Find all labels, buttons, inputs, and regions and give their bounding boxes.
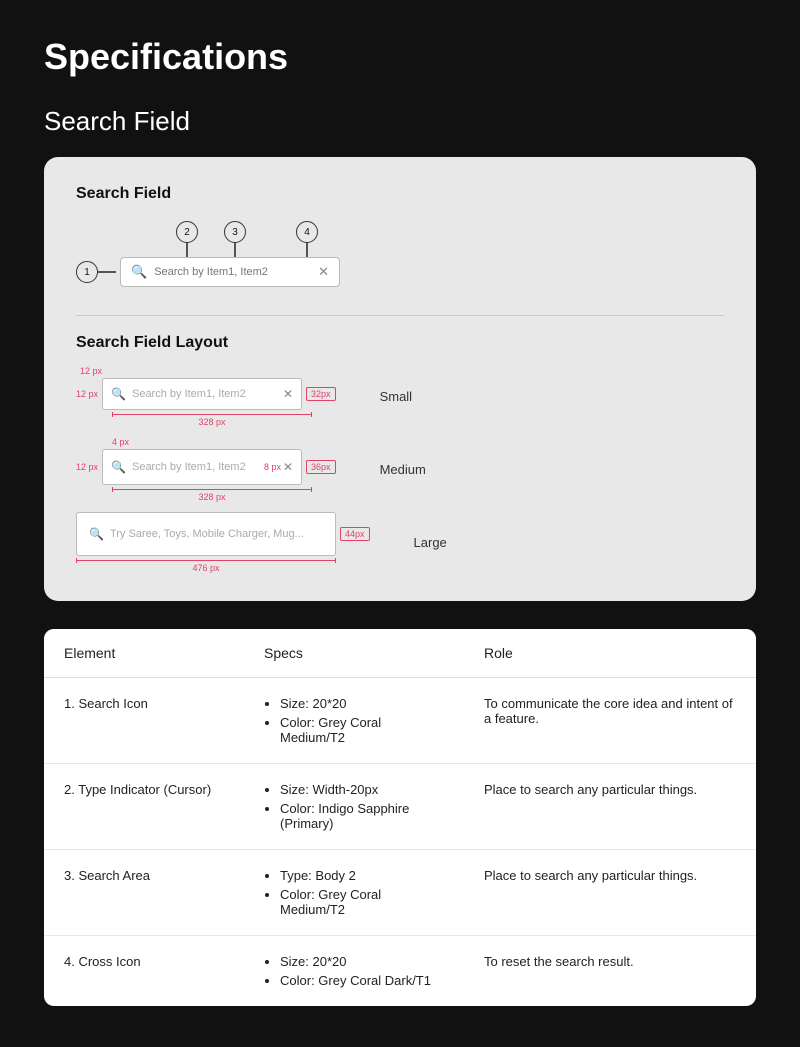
anatomy-search-field: 🔍 ✕ — [120, 257, 340, 287]
spec-item: Size: Width-20px — [280, 782, 444, 797]
spec-item: Type: Body 2 — [280, 868, 444, 883]
small-height-badge: 32px — [306, 387, 336, 401]
medium-search-icon: 🔍 — [111, 460, 126, 474]
anatomy-area: Search Field 2 3 4 1 — [76, 185, 724, 287]
spec-item: Color: Indigo Sapphire (Primary) — [280, 801, 444, 831]
small-left-padding: 12 px — [76, 389, 98, 399]
diagram-section-title: Search Field — [76, 185, 724, 203]
table-cell-element: 1. Search Icon — [44, 678, 244, 764]
table-cell-specs: Type: Body 2 Color: Grey Coral Medium/T2 — [244, 850, 464, 936]
medium-top-padding: 4 px — [76, 437, 129, 447]
table-row: 2. Type Indicator (Cursor)Size: Width-20… — [44, 764, 756, 850]
anatomy-search-input — [154, 266, 318, 278]
callout-3-bubble: 3 — [224, 221, 246, 243]
medium-size-label: Medium — [380, 462, 426, 477]
callout-1-bubble: 1 — [76, 261, 98, 283]
medium-width-label: 328 px — [198, 492, 225, 502]
table-row: 1. Search Icon Size: 20*20 Color: Grey Cor… — [44, 678, 756, 764]
table-cell-role: To communicate the core idea and intent … — [464, 678, 756, 764]
header-role: Role — [464, 629, 756, 678]
table-row: 4. Cross Icon Size: 20*20 Color: Grey Cora… — [44, 936, 756, 1007]
specs-table: Element Specs Role 1. Search IconSize: 2… — [44, 629, 756, 1006]
large-search-icon: 🔍 — [89, 527, 104, 541]
anatomy-search-icon: 🔍 — [131, 264, 147, 280]
header-element: Element — [44, 629, 244, 678]
table-row: 3. Search Area Type: Body 2 Color: Grey Co… — [44, 850, 756, 936]
small-size-label: Small — [380, 389, 413, 404]
medium-right-inner: 8 px — [264, 462, 281, 472]
medium-field-text: Search by Item1, Item2 — [132, 461, 264, 473]
anatomy-clear-icon: ✕ — [318, 264, 329, 280]
small-search-icon: 🔍 — [111, 387, 126, 401]
layout-large-row: 🔍 Try Saree, Toys, Mobile Charger, Mug..… — [76, 512, 724, 573]
medium-search-field: 🔍 Search by Item1, Item2 8 px ✕ — [102, 449, 302, 485]
spec-item: Color: Grey Coral Medium/T2 — [280, 715, 444, 745]
large-height-badge: 44px — [340, 527, 370, 541]
table-cell-role: Place to search any particular things. — [464, 764, 756, 850]
callout-2-bubble: 2 — [176, 221, 198, 243]
large-search-field: 🔍 Try Saree, Toys, Mobile Charger, Mug..… — [76, 512, 336, 556]
table-cell-specs: Size: 20*20 Color: Grey Coral Medium/T2 — [244, 678, 464, 764]
table-cell-role: Place to search any particular things. — [464, 850, 756, 936]
spec-item: Color: Grey Coral Dark/T1 — [280, 973, 444, 988]
small-clear-icon: ✕ — [283, 387, 293, 401]
section-title: Search Field — [44, 106, 756, 137]
small-search-field: 🔍 Search by Item1, Item2 ✕ — [102, 378, 302, 410]
spec-item: Color: Grey Coral Medium/T2 — [280, 887, 444, 917]
medium-clear-icon: ✕ — [283, 460, 293, 474]
callout-4-bubble: 4 — [296, 221, 318, 243]
large-size-label: Large — [414, 535, 447, 550]
large-field-text: Try Saree, Toys, Mobile Charger, Mug... — [110, 528, 323, 540]
table-cell-element: 3. Search Area — [44, 850, 244, 936]
layout-section: Search Field Layout 12 px 12 px 🔍 Search… — [76, 334, 724, 573]
layout-section-title: Search Field Layout — [76, 334, 724, 352]
large-width-label: 476 px — [192, 563, 219, 573]
diagram-card: Search Field 2 3 4 1 — [44, 157, 756, 601]
small-field-text: Search by Item1, Item2 — [132, 388, 283, 400]
small-padding-label: 12 px — [80, 366, 102, 376]
spec-item: Size: 20*20 — [280, 696, 444, 711]
layout-small-row: 12 px 12 px 🔍 Search by Item1, Item2 ✕ 3… — [76, 366, 724, 427]
table-cell-specs: Size: 20*20 Color: Grey Coral Dark/T1 — [244, 936, 464, 1007]
header-specs: Specs — [244, 629, 464, 678]
layout-medium-row: 4 px 12 px 🔍 Search by Item1, Item2 8 px… — [76, 437, 724, 502]
small-width-label: 328 px — [198, 417, 225, 427]
page-title: Specifications — [44, 36, 756, 78]
table-cell-role: To reset the search result. — [464, 936, 756, 1007]
specs-table-wrap: Element Specs Role 1. Search IconSize: 2… — [44, 629, 756, 1006]
spec-item: Size: 20*20 — [280, 954, 444, 969]
table-cell-specs: Size: Width-20px Color: Indigo Sapphire (… — [244, 764, 464, 850]
medium-left-padding: 12 px — [76, 462, 98, 472]
table-cell-element: 4. Cross Icon — [44, 936, 244, 1007]
table-cell-element: 2. Type Indicator (Cursor) — [44, 764, 244, 850]
anatomy-field-row: 1 🔍 ✕ — [76, 257, 724, 287]
medium-height-badge: 36px — [306, 460, 336, 474]
